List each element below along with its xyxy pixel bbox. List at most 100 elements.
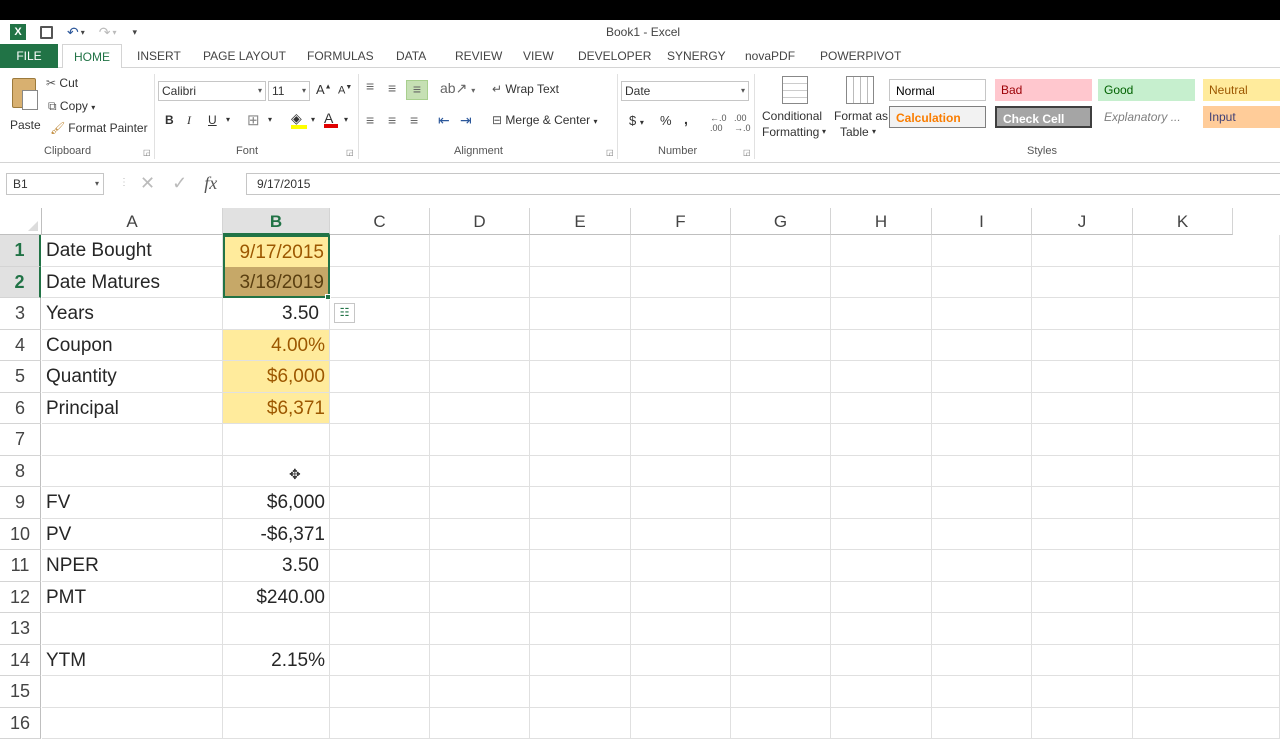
- merge-center-button[interactable]: ⊟ Merge & Center ▾: [492, 113, 597, 127]
- font-launcher-icon[interactable]: ◲: [346, 148, 354, 157]
- italic-button[interactable]: I: [187, 113, 191, 128]
- cell-empty[interactable]: [1032, 393, 1133, 425]
- drag-handle-icon[interactable]: ⋮: [119, 177, 129, 188]
- cell-a[interactable]: Principal: [42, 393, 223, 425]
- cell-empty[interactable]: [631, 361, 731, 393]
- cell-style-explanatory[interactable]: Explanatory ...: [1098, 106, 1195, 128]
- cell-b[interactable]: 3.50: [223, 550, 330, 582]
- cell-empty[interactable]: [330, 235, 430, 267]
- cell-empty[interactable]: [430, 676, 530, 708]
- cell-empty[interactable]: [430, 393, 530, 425]
- cell-empty[interactable]: [631, 708, 731, 739]
- row-header[interactable]: 6: [0, 393, 41, 425]
- cell-empty[interactable]: [731, 487, 831, 519]
- cell-empty[interactable]: [530, 613, 631, 645]
- fill-handle[interactable]: [325, 294, 331, 300]
- row-header[interactable]: 11: [0, 550, 41, 582]
- cell-empty[interactable]: [430, 267, 530, 299]
- cell-b[interactable]: [223, 613, 330, 645]
- cell-empty[interactable]: [1133, 582, 1280, 614]
- paste-button[interactable]: Paste: [8, 76, 42, 132]
- cell-empty[interactable]: [530, 267, 631, 299]
- tab-novapdf[interactable]: novaPDF: [745, 49, 795, 63]
- row-header[interactable]: 15: [0, 676, 41, 708]
- cell-empty[interactable]: [631, 487, 731, 519]
- tab-home[interactable]: HOME: [62, 44, 122, 69]
- cell-empty[interactable]: [330, 550, 430, 582]
- borders-dropdown-icon[interactable]: ▾: [268, 115, 272, 124]
- cell-empty[interactable]: [330, 613, 430, 645]
- cell-empty[interactable]: [330, 424, 430, 456]
- cell-empty[interactable]: [430, 519, 530, 551]
- cell-empty[interactable]: [1133, 708, 1280, 739]
- cell-style-calculation[interactable]: Calculation: [889, 106, 986, 128]
- cell-b[interactable]: $6,371: [223, 393, 330, 425]
- cell-empty[interactable]: [731, 708, 831, 739]
- column-header-b[interactable]: B: [223, 208, 330, 235]
- cell-empty[interactable]: [631, 676, 731, 708]
- cell-empty[interactable]: [631, 267, 731, 299]
- row-header[interactable]: 2: [0, 267, 41, 299]
- align-right-icon[interactable]: ≡: [410, 112, 418, 128]
- cell-b[interactable]: $240.00: [223, 582, 330, 614]
- cell-empty[interactable]: [430, 456, 530, 488]
- cell-empty[interactable]: [330, 708, 430, 739]
- cell-style-good[interactable]: Good: [1098, 79, 1195, 101]
- cell-empty[interactable]: [1133, 267, 1280, 299]
- cell-empty[interactable]: [932, 519, 1032, 551]
- tab-powerpivot[interactable]: POWERPIVOT: [820, 49, 901, 63]
- cell-empty[interactable]: [330, 676, 430, 708]
- cell-empty[interactable]: [932, 424, 1032, 456]
- cell-empty[interactable]: [831, 708, 932, 739]
- cell-empty[interactable]: [932, 487, 1032, 519]
- cell-a[interactable]: YTM: [42, 645, 223, 677]
- row-header[interactable]: 3: [0, 298, 41, 330]
- cell-empty[interactable]: [631, 235, 731, 267]
- cell-empty[interactable]: [530, 582, 631, 614]
- merge-dropdown-icon[interactable]: ▾: [593, 117, 597, 126]
- cell-empty[interactable]: [1032, 487, 1133, 519]
- cell-b[interactable]: [223, 676, 330, 708]
- cell-style-input[interactable]: Input: [1203, 106, 1280, 128]
- cell-a[interactable]: Coupon: [42, 330, 223, 362]
- cell-b[interactable]: 4.00%: [223, 330, 330, 362]
- cell-empty[interactable]: [731, 582, 831, 614]
- cell-empty[interactable]: [330, 330, 430, 362]
- cell-b[interactable]: 9/17/2015: [223, 235, 330, 267]
- cell-empty[interactable]: [430, 550, 530, 582]
- select-all-corner[interactable]: [0, 208, 42, 235]
- cell-empty[interactable]: [530, 361, 631, 393]
- cell-empty[interactable]: [731, 393, 831, 425]
- tab-file[interactable]: FILE: [0, 44, 58, 68]
- cell-empty[interactable]: [631, 424, 731, 456]
- cell-empty[interactable]: [530, 393, 631, 425]
- underline-button[interactable]: U: [208, 113, 217, 127]
- cell-empty[interactable]: [1133, 487, 1280, 519]
- orientation-icon[interactable]: ab↗ ▾: [440, 80, 475, 97]
- cell-empty[interactable]: [831, 330, 932, 362]
- tab-synergy[interactable]: SYNERGY: [667, 49, 726, 63]
- increase-font-icon[interactable]: A▲: [316, 82, 332, 97]
- cell-empty[interactable]: [430, 582, 530, 614]
- cell-empty[interactable]: [932, 582, 1032, 614]
- number-format-combo[interactable]: Date▾: [621, 81, 749, 101]
- cell-b[interactable]: 2.15%: [223, 645, 330, 677]
- borders-icon[interactable]: ⊞: [247, 111, 260, 129]
- cell-empty[interactable]: [1133, 676, 1280, 708]
- cell-empty[interactable]: [831, 393, 932, 425]
- cell-empty[interactable]: [1032, 582, 1133, 614]
- cell-style-normal[interactable]: Normal: [889, 79, 986, 101]
- cell-empty[interactable]: [430, 487, 530, 519]
- cell-empty[interactable]: [1032, 298, 1133, 330]
- cell-empty[interactable]: [530, 330, 631, 362]
- cell-empty[interactable]: [330, 645, 430, 677]
- cell-b[interactable]: [223, 456, 330, 488]
- cell-empty[interactable]: [430, 424, 530, 456]
- cell-empty[interactable]: [530, 550, 631, 582]
- cell-empty[interactable]: [1133, 330, 1280, 362]
- cell-empty[interactable]: [1032, 235, 1133, 267]
- cell-empty[interactable]: [932, 456, 1032, 488]
- font-name-combo[interactable]: Calibri▾: [158, 81, 266, 101]
- cell-style-neutral[interactable]: Neutral: [1203, 79, 1280, 101]
- tab-insert[interactable]: INSERT: [137, 49, 181, 63]
